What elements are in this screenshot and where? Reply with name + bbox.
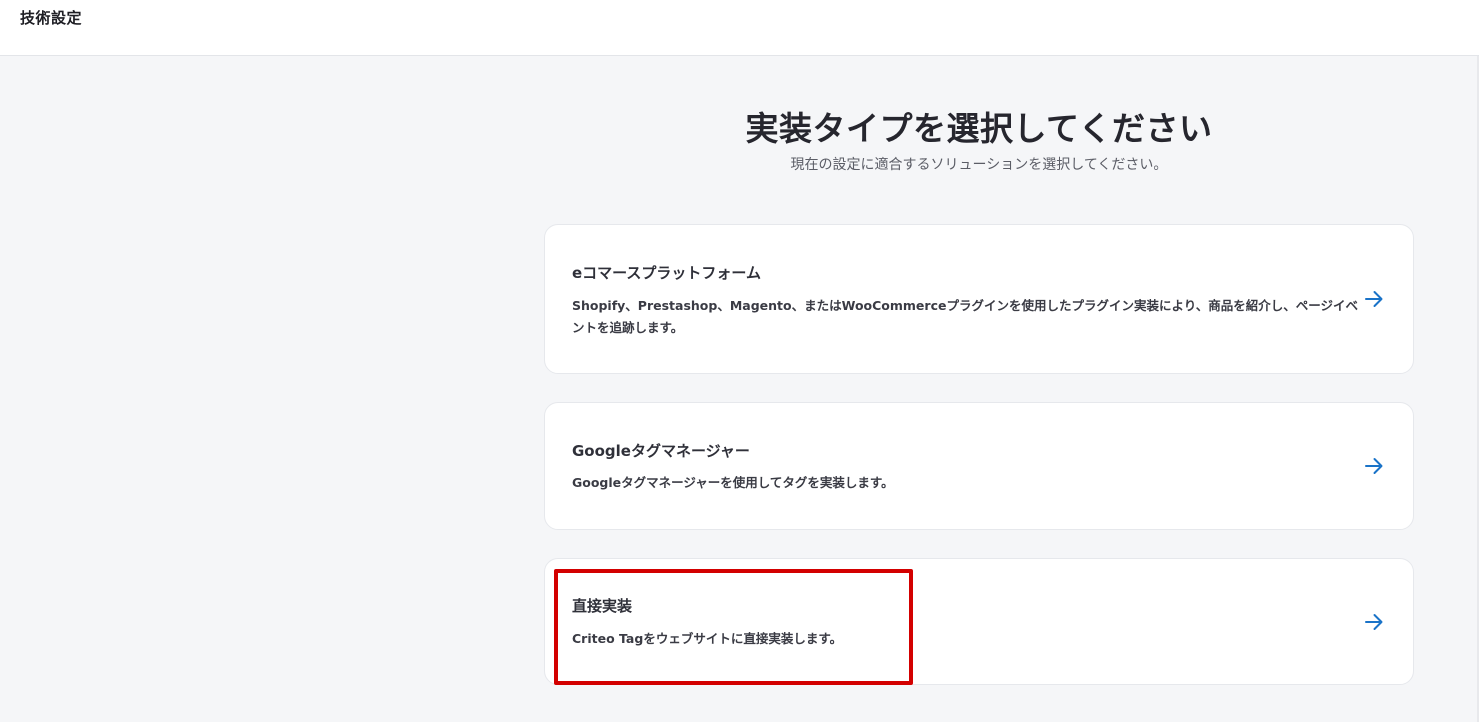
option-description: Criteo Tagをウェブサイトに直接実装します。: [572, 631, 843, 646]
option-description: Shopify、Prestashop、Magento、またはWooCommerc…: [572, 298, 1358, 335]
option-description: Googleタグマネージャーを使用してタグを実装します。: [572, 475, 894, 490]
selection-header: 実装タイプを選択してください 現在の設定に適合するソリューションを選択してくださ…: [544, 104, 1414, 176]
main-subheading: 現在の設定に適合するソリューションを選択してください。: [790, 157, 1168, 173]
page-title: 技術設定: [20, 9, 83, 27]
top-bar: 技術設定: [0, 0, 1479, 56]
option-title: Googleタグマネージャー: [572, 442, 750, 460]
option-card-ecommerce[interactable]: eコマースプラットフォーム Shopify、Prestashop、Magento…: [544, 224, 1414, 374]
option-card-direct[interactable]: 直接実装 Criteo Tagをウェブサイトに直接実装します。: [544, 558, 1414, 685]
arrow-right-icon[interactable]: [1363, 455, 1385, 477]
option-card-gtm[interactable]: Googleタグマネージャー Googleタグマネージャーを使用してタグを実装し…: [544, 402, 1414, 530]
main-heading: 実装タイプを選択してください: [745, 109, 1213, 148]
arrow-right-icon[interactable]: [1363, 288, 1385, 310]
option-title: 直接実装: [572, 597, 633, 615]
arrow-right-icon[interactable]: [1363, 611, 1385, 633]
option-title: eコマースプラットフォーム: [572, 264, 761, 282]
